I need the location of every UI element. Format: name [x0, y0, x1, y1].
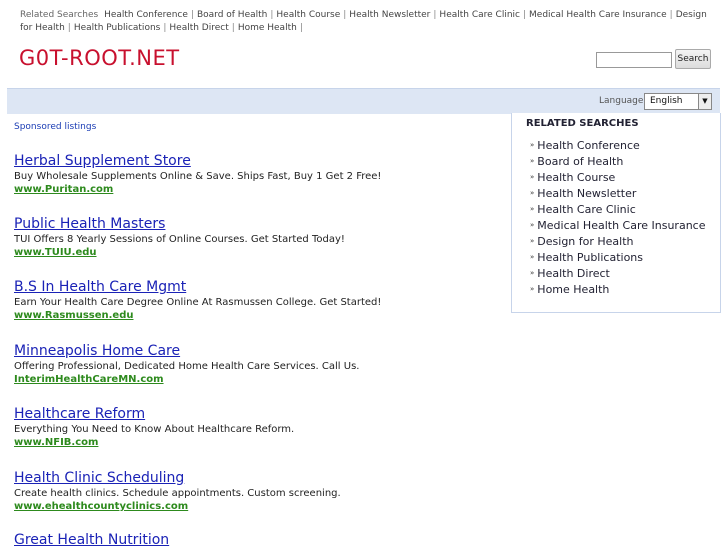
ad-listing: Healthcare Reform Everything You Need to… [14, 406, 504, 449]
related-link-health-course[interactable]: Health Course [537, 171, 615, 184]
ad-listing: Health Clinic Scheduling Create health c… [14, 470, 504, 513]
related-link-health-direct[interactable]: Health Direct [537, 267, 610, 280]
ad-description: TUI Offers 8 Yearly Sessions of Online C… [14, 234, 345, 245]
related-searches-heading: RELATED SEARCHES [526, 118, 639, 129]
list-item: » Medical Health Care Insurance [530, 219, 706, 235]
ad-title[interactable]: Health Clinic Scheduling [14, 470, 504, 487]
top-link-health-care-clinic[interactable]: Health Care Clinic [439, 10, 520, 20]
ad-url[interactable]: www.ehealthcountyclinics.com [14, 500, 504, 513]
list-item: » Health Direct [530, 267, 706, 283]
bullet-icon: » [530, 141, 535, 149]
bullet-icon: » [530, 221, 535, 229]
ad-listing: Minneapolis Home Care Offering Professio… [14, 343, 504, 386]
ad-description: Offering Professional, Dedicated Home He… [14, 361, 360, 372]
top-link-health-newsletter[interactable]: Health Newsletter [349, 10, 430, 20]
related-link-medical-health-care-insurance[interactable]: Medical Health Care Insurance [537, 219, 705, 232]
top-link-health-direct[interactable]: Health Direct [169, 23, 228, 33]
ad-url[interactable]: www.Rasmussen.edu [14, 309, 504, 322]
ad-url[interactable]: www.NFIB.com [14, 436, 504, 449]
related-link-health-publications[interactable]: Health Publications [537, 251, 643, 264]
bullet-icon: » [530, 253, 535, 261]
bullet-icon: » [530, 205, 535, 213]
list-item: » Health Publications [530, 251, 706, 267]
bullet-icon: » [530, 237, 535, 245]
list-item: » Home Health [530, 283, 706, 299]
bullet-icon: » [530, 285, 535, 293]
ad-description: Everything You Need to Know About Health… [14, 424, 295, 435]
ad-title[interactable]: Healthcare Reform [14, 406, 504, 423]
language-label: Language: [599, 96, 647, 106]
bullet-icon: » [530, 269, 535, 277]
bullet-icon: » [530, 157, 535, 165]
related-searches-list: » Health Conference » Board of Health » Hea… [530, 139, 706, 299]
ad-url[interactable]: www.Puritan.com [14, 183, 504, 196]
ad-description: Create health clinics. Schedule appointm… [14, 488, 341, 499]
ad-title[interactable]: Great Health Nutrition [14, 532, 504, 549]
related-link-health-conference[interactable]: Health Conference [537, 139, 639, 152]
top-link-health-publications[interactable]: Health Publications [74, 23, 161, 33]
ad-url[interactable]: InterimHealthCareMN.com [14, 373, 504, 386]
ad-listing: Public Health Masters TUI Offers 8 Yearl… [14, 216, 504, 259]
related-link-health-newsletter[interactable]: Health Newsletter [537, 187, 636, 200]
ad-title[interactable]: Herbal Supplement Store [14, 153, 504, 170]
top-link-board-of-health[interactable]: Board of Health [197, 10, 267, 20]
top-link-health-conference[interactable]: Health Conference [104, 10, 188, 20]
list-item: » Design for Health [530, 235, 706, 251]
ad-listing: Herbal Supplement Store Buy Wholesale Su… [14, 153, 504, 196]
ad-title[interactable]: Public Health Masters [14, 216, 504, 233]
list-item: » Health Care Clinic [530, 203, 706, 219]
ad-listing: Great Health Nutrition [14, 532, 504, 549]
related-link-design-for-health[interactable]: Design for Health [537, 235, 633, 248]
list-item: » Health Newsletter [530, 187, 706, 203]
chevron-down-icon: ▼ [698, 94, 711, 109]
list-item: » Health Course [530, 171, 706, 187]
bullet-icon: » [530, 173, 535, 181]
top-link-home-health[interactable]: Home Health [238, 23, 297, 33]
ad-listing: B.S In Health Care Mgmt Earn Your Health… [14, 279, 504, 322]
top-link-health-course[interactable]: Health Course [276, 10, 340, 20]
list-item: » Board of Health [530, 155, 706, 171]
related-link-home-health[interactable]: Home Health [537, 283, 609, 296]
ad-description: Earn Your Health Care Degree Online At R… [14, 297, 382, 308]
ad-url[interactable]: www.TUIU.edu [14, 246, 504, 259]
language-select[interactable]: English ▼ [644, 93, 712, 110]
list-item: » Health Conference [530, 139, 706, 155]
search-input[interactable] [596, 52, 672, 68]
related-link-board-of-health[interactable]: Board of Health [537, 155, 623, 168]
top-related-lead: Related Searches [20, 10, 99, 20]
top-link-medical-health-care-insurance[interactable]: Medical Health Care Insurance [529, 10, 667, 20]
top-related-searches: Related Searches Health Conference | Board… [20, 10, 707, 33]
related-link-health-care-clinic[interactable]: Health Care Clinic [537, 203, 635, 216]
ad-title[interactable]: Minneapolis Home Care [14, 343, 504, 360]
bullet-icon: » [530, 189, 535, 197]
language-selected-value: English [650, 96, 683, 106]
search-button[interactable]: Search [675, 49, 711, 69]
sponsored-listings-label: Sponsored listings [14, 122, 97, 132]
ad-title[interactable]: B.S In Health Care Mgmt [14, 279, 504, 296]
ad-description: Buy Wholesale Supplements Online & Save.… [14, 171, 382, 182]
site-logo[interactable]: G0T-ROOT.NET [19, 46, 180, 70]
related-searches-panel: RELATED SEARCHES » Health Conference » Boa… [511, 113, 721, 313]
